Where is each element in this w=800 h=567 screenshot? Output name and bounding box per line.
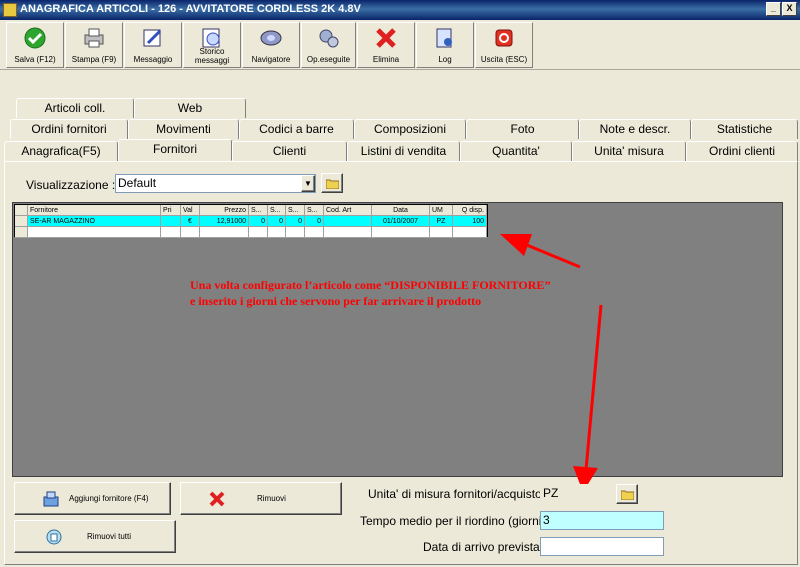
recycle-bin-icon [46, 529, 62, 545]
unit-field[interactable]: PZ [540, 484, 612, 503]
unit-label: Unita' di misura fornitori/acquisto : [368, 487, 549, 501]
remove-label: Rimuovi [257, 494, 286, 503]
arrow-to-reorder-field [573, 304, 603, 492]
arrival-date-field[interactable] [540, 537, 664, 556]
remove-button[interactable]: Rimuovi [180, 482, 342, 515]
add-supplier-button[interactable]: Aggiungi fornitore (F4) [14, 482, 171, 515]
remove-all-label: Rimuovi tutti [87, 532, 132, 541]
delete-icon [209, 491, 225, 507]
arrival-date-label: Data di arrivo prevista : [423, 540, 547, 554]
remove-all-button[interactable]: Rimuovi tutti [14, 520, 176, 553]
add-supplier-label: Aggiungi fornitore (F4) [69, 494, 149, 503]
tab-fornitori[interactable]: Fornitori [118, 139, 232, 161]
reorder-time-field[interactable]: 3 [540, 511, 664, 530]
folder-icon [621, 490, 634, 500]
reorder-time-label: Tempo medio per il riordino (giorni) : [360, 514, 553, 528]
unit-folder-button[interactable] [616, 484, 638, 504]
arrow-to-grid [500, 234, 581, 269]
add-supplier-icon [43, 491, 59, 507]
